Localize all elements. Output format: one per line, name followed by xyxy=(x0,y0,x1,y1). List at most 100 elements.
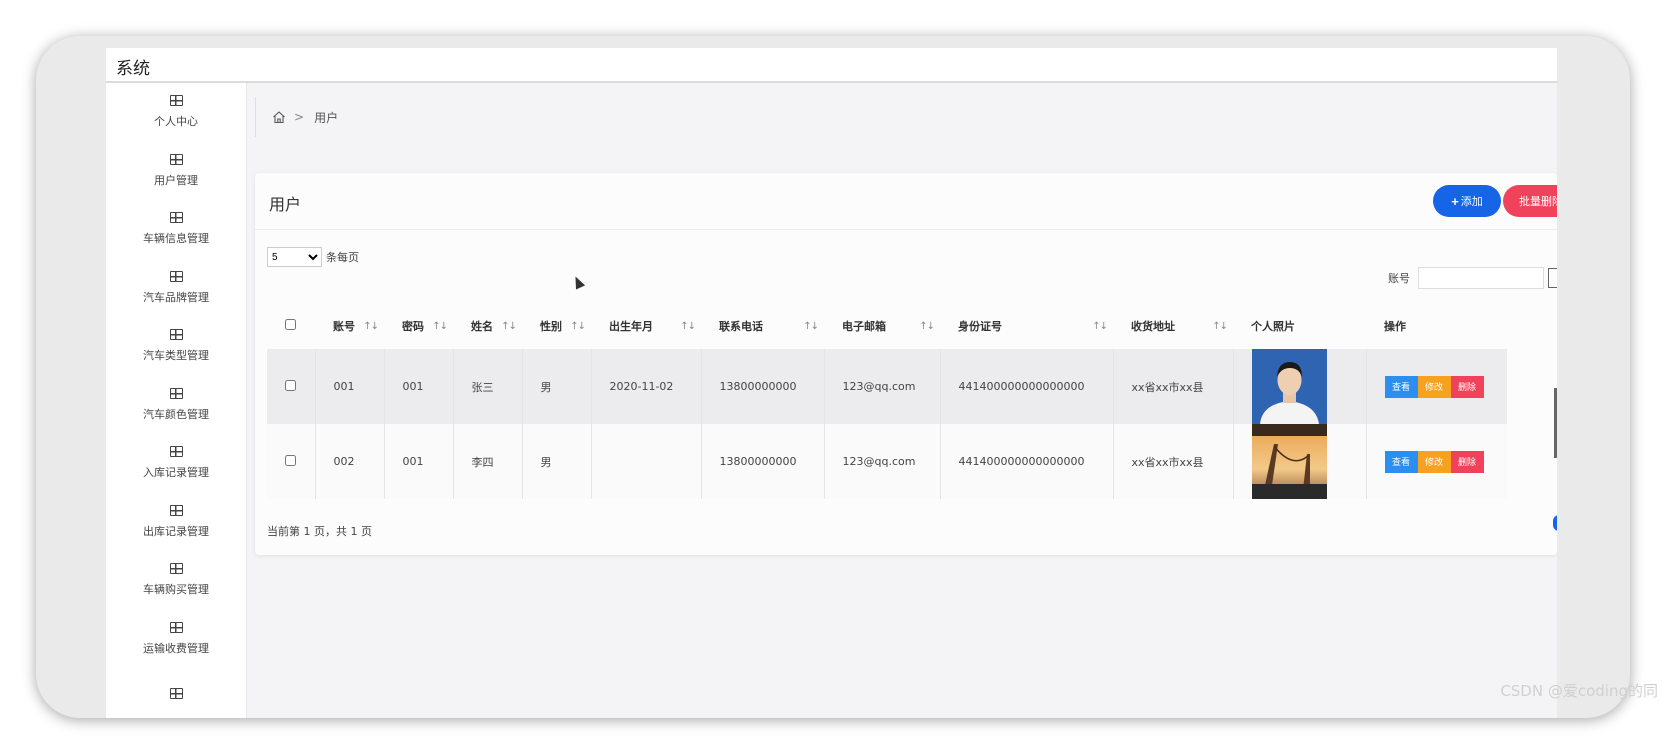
batch-delete-button[interactable]: 批量删除 xyxy=(1503,185,1557,217)
app-title: 系统 xyxy=(116,59,150,79)
cell-actions: 查看 修改 删除 xyxy=(1365,349,1508,424)
grid-icon xyxy=(169,95,183,107)
sidebar-item-user-management[interactable]: 用户管理 xyxy=(106,142,246,201)
header-address[interactable]: 收货地址 ↑↓ xyxy=(1113,303,1233,349)
cell-photo xyxy=(1232,424,1366,499)
breadcrumb: > 用户 xyxy=(255,97,1557,137)
sidebar-item-label: 车辆购买管理 xyxy=(143,583,209,597)
table-header-row: 账号 ↑↓ 密码 ↑↓ 姓名 ↑↓ 性别 ↑↓ 出生年月 ↑↓ 联系电话 ↑↓ 电子邮箱 ↑↓… xyxy=(267,303,1507,349)
sort-icon[interactable]: ↑↓ xyxy=(680,321,696,332)
sort-icon[interactable]: ↑↓ xyxy=(363,321,379,332)
select-all-cell xyxy=(267,303,315,349)
grid-icon xyxy=(169,153,183,165)
row-select-cell xyxy=(267,349,315,424)
sidebar-item-label: 入库记录管理 xyxy=(143,466,209,480)
vertical-scrollbar[interactable] xyxy=(1554,388,1557,458)
cell-id-number: 441400000000000000 xyxy=(939,349,1113,424)
header-password[interactable]: 密码 ↑↓ xyxy=(384,303,453,349)
user-table: 账号 ↑↓ 密码 ↑↓ 姓名 ↑↓ 性别 ↑↓ 出生年月 ↑↓ 联系电话 ↑↓ 电子邮箱 ↑↓… xyxy=(267,303,1507,499)
header-photo: 个人照片 xyxy=(1251,320,1295,333)
sort-icon[interactable]: ↑↓ xyxy=(919,321,935,332)
sort-icon[interactable]: ↑↓ xyxy=(501,321,517,332)
pagination-button[interactable] xyxy=(1553,515,1557,531)
grid-icon xyxy=(169,504,183,516)
table-row: 001 001 张三 男 2020-11-02 13800000000 123@… xyxy=(267,349,1507,424)
grid-icon xyxy=(169,387,183,399)
delete-button[interactable]: 删除 xyxy=(1450,450,1484,473)
header-gender[interactable]: 性别 ↑↓ xyxy=(522,303,591,349)
row-checkbox[interactable] xyxy=(285,454,296,466)
cell-phone: 13800000000 xyxy=(700,424,824,499)
header-actions: 操作 xyxy=(1384,320,1406,333)
sidebar-item-label: 用户管理 xyxy=(154,173,198,187)
home-icon[interactable] xyxy=(272,110,286,124)
search-button[interactable] xyxy=(1548,268,1557,288)
cell-email: 123@qq.com xyxy=(823,349,940,424)
sort-icon[interactable]: ↑↓ xyxy=(570,321,586,332)
sidebar-item-vehicle-info[interactable]: 车辆信息管理 xyxy=(106,200,246,259)
plus-icon: + xyxy=(1451,193,1459,209)
sort-icon[interactable]: ↑↓ xyxy=(1092,321,1108,332)
sort-icon[interactable]: ↑↓ xyxy=(1212,321,1228,332)
edit-button[interactable]: 修改 xyxy=(1417,375,1451,398)
sidebar: 个人中心 用户管理 车辆信息管理 汽车品牌管理 汽车类型管理 汽车颜色管理 入库… xyxy=(106,83,247,718)
sidebar-item-label: 个人中心 xyxy=(154,115,198,129)
sidebar-item-more[interactable] xyxy=(106,668,246,718)
batch-delete-label: 批量删除 xyxy=(1519,196,1557,208)
view-button[interactable]: 查看 xyxy=(1384,375,1418,398)
sidebar-item-car-brand[interactable]: 汽车品牌管理 xyxy=(106,259,246,318)
header-birth[interactable]: 出生年月 ↑↓ xyxy=(591,303,701,349)
header-account[interactable]: 账号 ↑↓ xyxy=(315,303,384,349)
sidebar-item-stock-in[interactable]: 入库记录管理 xyxy=(106,434,246,493)
search-label: 账号 xyxy=(1388,272,1410,285)
row-actions: 查看 修改 删除 xyxy=(1384,375,1508,398)
cell-name: 张三 xyxy=(452,349,522,424)
sidebar-item-car-color[interactable]: 汽车颜色管理 xyxy=(106,376,246,435)
delete-button[interactable]: 删除 xyxy=(1450,375,1484,398)
grid-icon xyxy=(169,446,183,458)
sidebar-item-personal-center[interactable]: 个人中心 xyxy=(106,83,246,142)
page-size-control: 5 条每页 xyxy=(267,247,359,267)
row-actions: 查看 修改 删除 xyxy=(1384,450,1508,473)
cell-phone: 13800000000 xyxy=(700,349,824,424)
select-all-checkbox[interactable] xyxy=(285,319,296,330)
header-phone[interactable]: 联系电话 ↑↓ xyxy=(701,303,824,349)
cell-password: 001 xyxy=(383,349,453,424)
sidebar-item-transport-fee[interactable]: 运输收费管理 xyxy=(106,610,246,669)
row-checkbox[interactable] xyxy=(285,379,296,391)
cell-birth xyxy=(590,424,701,499)
edit-button[interactable]: 修改 xyxy=(1417,450,1451,473)
add-button[interactable]: + 添加 xyxy=(1433,185,1501,217)
view-button[interactable]: 查看 xyxy=(1384,450,1418,473)
header-id-number[interactable]: 身份证号 ↑↓ xyxy=(940,303,1113,349)
sidebar-item-label: 车辆信息管理 xyxy=(143,232,209,246)
cell-account: 001 xyxy=(314,349,384,424)
search-input[interactable] xyxy=(1418,267,1544,289)
page-size-select[interactable]: 5 xyxy=(267,247,322,267)
sidebar-item-vehicle-purchase[interactable]: 车辆购买管理 xyxy=(106,551,246,610)
screenshot-frame: 系统 个人中心 用户管理 车辆信息管理 汽车品牌管理 汽车类型管理 汽车颜色管理… xyxy=(36,36,1630,718)
cell-address: xx省xx市xx县 xyxy=(1112,349,1233,424)
sidebar-item-label: 汽车品牌管理 xyxy=(143,290,209,304)
sidebar-item-car-type[interactable]: 汽车类型管理 xyxy=(106,317,246,376)
bridge-photo xyxy=(1251,424,1327,499)
page-size-suffix: 条每页 xyxy=(326,251,359,264)
row-select-cell xyxy=(267,424,315,499)
cell-actions: 查看 修改 删除 xyxy=(1365,424,1508,499)
sidebar-item-label: 运输收费管理 xyxy=(143,641,209,655)
sidebar-item-label: 汽车类型管理 xyxy=(143,349,209,363)
cell-email: 123@qq.com xyxy=(823,424,940,499)
add-button-label: 添加 xyxy=(1460,196,1483,208)
sidebar-item-stock-out[interactable]: 出库记录管理 xyxy=(106,493,246,552)
grid-icon xyxy=(169,688,183,700)
grid-icon xyxy=(169,329,183,341)
sort-icon[interactable]: ↑↓ xyxy=(803,321,819,332)
sort-icon[interactable]: ↑↓ xyxy=(432,321,448,332)
cell-gender: 男 xyxy=(521,349,591,424)
header-name[interactable]: 姓名 ↑↓ xyxy=(453,303,522,349)
header-email[interactable]: 电子邮箱 ↑↓ xyxy=(824,303,940,349)
page-title: 用户 xyxy=(269,195,302,214)
cell-photo xyxy=(1232,349,1366,424)
grid-icon xyxy=(169,212,183,224)
cell-password: 001 xyxy=(383,424,453,499)
